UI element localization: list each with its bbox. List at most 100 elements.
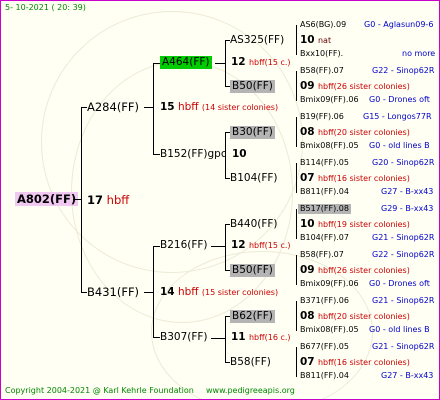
- gen1-bot-info: 14 hbff (15 sister colonies): [160, 286, 278, 299]
- connector: [296, 347, 297, 377]
- gen3-d2-bot[interactable]: B811(FF).04: [300, 371, 349, 381]
- gen3-a1-top[interactable]: AS6(BG).09: [300, 20, 346, 30]
- gen3-b2-label: hbff: [317, 174, 334, 183]
- connector: [211, 246, 225, 247]
- gen2-c-queen[interactable]: B216(FF): [160, 239, 208, 252]
- gen3-b2-top[interactable]: B114(FF).05: [300, 158, 349, 168]
- connector: [81, 107, 82, 293]
- gen3-c1-info: 10 hbff(19 sister colonies): [300, 218, 410, 231]
- gen3-b1-label: hbff: [317, 128, 334, 137]
- gen3-b2-bot-info: G27 - B-xx43: [381, 187, 434, 196]
- gen2-c-note: (15 c.): [264, 241, 291, 250]
- gen3-b2-num: 07: [300, 172, 315, 184]
- connector: [153, 63, 154, 155]
- root-queen[interactable]: A802(FF): [15, 192, 79, 206]
- gen3-d1-num: 08: [300, 310, 315, 322]
- connector: [296, 25, 297, 55]
- gen2-b-num: 10: [232, 148, 247, 160]
- connector: [144, 107, 153, 108]
- gen2-d-label: hbff: [248, 333, 265, 342]
- gen2-b-queen[interactable]: B152(FF)gpc: [160, 148, 227, 161]
- gen1-bot-note: (15 sister colonies): [201, 288, 279, 297]
- gen3-b1-bot[interactable]: Bmix08(FF).05: [300, 141, 359, 151]
- gen3-b2-info: 07 hbff(16 sister colonies): [300, 172, 410, 185]
- gen3-b2-bot[interactable]: B811(FF).04: [300, 187, 349, 197]
- gen3-d1-note: (20 sister colonies): [333, 312, 410, 321]
- gen3-d1-top-info: G21 - Sinop62R: [372, 296, 435, 305]
- connector: [225, 224, 226, 270]
- gen3-d2-note: (16 sister colonies): [333, 358, 410, 367]
- gen3-c2-queen[interactable]: B50(FF): [230, 264, 275, 277]
- gen3-a1-bot[interactable]: Bxx10(FF).: [300, 49, 343, 59]
- connector: [296, 209, 297, 239]
- gen3-a1-num: 10: [300, 34, 315, 46]
- gen3-a1-queen[interactable]: AS325(FF): [230, 34, 284, 47]
- gen3-a2-info: 09 hbff(26 sister colonies): [300, 80, 410, 93]
- gen3-c1-note: (19 sister colonies): [333, 220, 410, 229]
- gen1-bot-queen[interactable]: B431(FF): [87, 285, 139, 299]
- gen3-c2-note: (26 sister colonies): [333, 266, 410, 275]
- connector: [144, 292, 153, 293]
- date-stamp: 5- 10-2021 ( 20: 39): [5, 3, 86, 12]
- gen3-a2-bot-info: G0 - Drones oft: [369, 95, 430, 104]
- gen3-d1-top[interactable]: B371(FF).06: [300, 296, 349, 306]
- gen1-bot-label: hbff: [177, 286, 199, 298]
- gen1-top-queen[interactable]: A284(FF): [87, 100, 139, 114]
- root-num: 17: [87, 193, 104, 207]
- gen2-c-label: hbff: [248, 241, 265, 250]
- connector: [225, 316, 226, 362]
- gen3-d1-label: hbff: [317, 312, 334, 321]
- gen3-b2-queen[interactable]: B104(FF): [230, 172, 278, 185]
- gen3-c2-info: 09 hbff(26 sister colonies): [300, 264, 410, 277]
- gen3-c2-bot[interactable]: Bmix09(FF).06: [300, 279, 359, 289]
- gen2-a-queen[interactable]: A464(FF): [160, 56, 212, 69]
- gen3-b1-info: 08 hbff(20 sister colonies): [300, 126, 410, 139]
- website-link[interactable]: www.pedigreeapis.org: [206, 386, 295, 396]
- gen1-top-num: 15: [160, 101, 175, 113]
- connector: [296, 255, 297, 285]
- gen3-d2-bot-info: G27 - B-xx43: [381, 371, 434, 380]
- gen3-b1-num: 08: [300, 126, 315, 138]
- gen3-c1-queen[interactable]: B440(FF): [230, 218, 278, 231]
- gen3-b1-top[interactable]: B19(FF).06: [300, 112, 344, 122]
- gen3-a2-num: 09: [300, 80, 315, 92]
- gen1-top-label: hbff: [177, 101, 199, 113]
- gen2-a-note: (15 c.): [264, 58, 291, 67]
- gen3-a2-bot[interactable]: Bmix09(FF).06: [300, 95, 359, 105]
- gen3-c1-bot[interactable]: B104(FF).07: [300, 233, 349, 243]
- root-info: 17 hbff: [87, 193, 129, 207]
- gen3-a1-top-info: G0 - Aglasun09-6: [364, 20, 434, 29]
- gen2-c-num: 12: [231, 239, 246, 251]
- gen3-b1-top-info: G15 - Longos77R: [363, 112, 432, 121]
- gen3-a2-top[interactable]: B58(FF).07: [300, 66, 344, 76]
- gen2-a-info: 12 hbff(15 c.): [231, 56, 291, 69]
- gen3-d2-queen[interactable]: B58(FF): [230, 356, 271, 369]
- gen1-bot-num: 14: [160, 286, 175, 298]
- gen3-d2-info: 07 hbff(16 sister colonies): [300, 356, 410, 369]
- gen3-a1-bot-info: no more: [402, 49, 436, 58]
- gen3-c2-top[interactable]: B58(FF).07: [300, 250, 344, 260]
- gen3-d2-label: hbff: [317, 358, 334, 367]
- gen3-d1-queen[interactable]: B62(FF): [230, 310, 275, 323]
- gen3-d2-num: 07: [300, 356, 315, 368]
- connector: [296, 117, 297, 147]
- gen3-a1-label: nat: [317, 36, 332, 45]
- gen3-c1-top[interactable]: B517(FF).08: [298, 204, 351, 214]
- gen3-c1-label: hbff: [317, 220, 334, 229]
- gen3-d1-bot[interactable]: Bmix08(FF).05: [300, 325, 359, 335]
- gen2-d-num: 11: [231, 331, 246, 343]
- gen3-d2-top[interactable]: B677(FF).05: [300, 342, 349, 352]
- gen3-b1-queen[interactable]: B30(FF): [230, 126, 275, 139]
- connector: [225, 132, 226, 178]
- gen3-a2-top-info: G22 - Sinop62R: [372, 66, 435, 75]
- connector: [296, 301, 297, 331]
- gen3-b2-top-info: G20 - Sinop62R: [372, 158, 435, 167]
- gen3-c1-top-info: G29 - B-xx43: [381, 204, 434, 213]
- gen3-b1-bot-info: G0 - old lines B: [369, 141, 430, 150]
- connector: [153, 63, 160, 64]
- gen3-d1-info: 08 hbff(20 sister colonies): [300, 310, 410, 323]
- gen3-d2-top-info: G21 - Sinop62R: [372, 342, 435, 351]
- connector: [153, 337, 160, 338]
- gen2-d-queen[interactable]: B307(FF): [160, 331, 208, 344]
- gen3-a2-queen[interactable]: B50(FF): [230, 80, 275, 93]
